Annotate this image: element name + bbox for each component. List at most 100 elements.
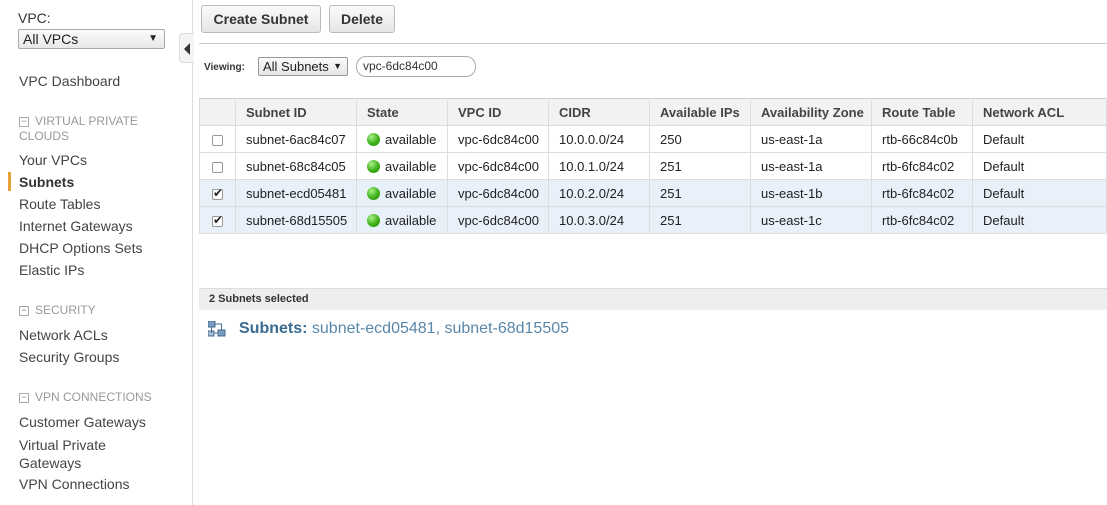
vpc-filter-value: All VPCs [23, 31, 79, 47]
state-text: available [385, 212, 437, 228]
viewing-label: Viewing: [204, 62, 245, 73]
cell-state: available [356, 125, 448, 153]
cell-network-acl: Default [972, 152, 1107, 180]
section-header-security[interactable]: − SECURITY [19, 303, 96, 318]
subnets-label: Subnets: [239, 320, 308, 337]
cell-cidr: 10.0.0.0/24 [548, 125, 650, 153]
column-header-route-table[interactable]: Route Table [871, 98, 973, 126]
create-subnet-button[interactable]: Create Subnet [201, 5, 321, 33]
section-header-virtual-private-clouds[interactable]: − VIRTUAL PRIVATE CLOUDS [19, 114, 138, 144]
collapse-minus-icon: − [19, 117, 29, 127]
cell-availability-zone: us-east-1c [750, 206, 872, 234]
row-checkbox[interactable] [212, 213, 223, 227]
available-status-icon [367, 159, 380, 173]
vpc-filter-select[interactable]: All VPCs ▼ [18, 29, 165, 49]
dropdown-arrow-icon: ▼ [148, 33, 158, 44]
cell-network-acl: Default [972, 206, 1107, 234]
cell-subnet-id: subnet-68d15505 [235, 206, 357, 234]
state-text: available [385, 131, 437, 147]
collapse-minus-icon: − [19, 306, 29, 316]
cell-route-table: rtb-6fc84c02 [871, 152, 973, 180]
nav-label-line1: Virtual Private [19, 437, 106, 453]
cell-vpc-id: vpc-6dc84c00 [447, 206, 549, 234]
nav-elastic-ips[interactable]: Elastic IPs [19, 262, 84, 278]
cell-available-ips: 251 [649, 179, 751, 207]
row-checkbox[interactable] [212, 161, 223, 173]
state-text: available [385, 185, 437, 201]
nav-your-vpcs[interactable]: Your VPCs [19, 152, 87, 168]
nav-internet-gateways[interactable]: Internet Gateways [19, 218, 133, 234]
row-select-cell [199, 152, 236, 180]
section-title-line2: CLOUDS [19, 129, 70, 143]
table-row[interactable]: subnet-68c84c05 available vpc-6dc84c00 10.0… [199, 152, 1107, 180]
nav-virtual-private-gateways[interactable]: Virtual Private Gateways [19, 436, 106, 472]
nav-subnets[interactable]: Subnets [19, 174, 74, 190]
row-checkbox[interactable] [212, 134, 223, 146]
column-header-available-ips[interactable]: Available IPs [649, 98, 751, 126]
cell-route-table: rtb-6fc84c02 [871, 179, 973, 207]
collapse-minus-icon: − [19, 393, 29, 403]
cell-availability-zone: us-east-1b [750, 179, 872, 207]
column-header-vpc-id[interactable]: VPC ID [447, 98, 549, 126]
main-panel: Create Subnet Delete Viewing: All Subnet… [193, 0, 1107, 505]
table-row[interactable]: subnet-68d15505 available vpc-6dc84c0010.0… [199, 206, 1107, 234]
table-row[interactable]: subnet-6ac84c07 available vpc-6dc84c00 10.0… [199, 125, 1107, 153]
subnets-value: subnet-ecd05481, subnet-68d15505 [311, 320, 570, 337]
sidebar-collapse-toggle[interactable] [179, 33, 194, 63]
selection-summary: 2 Subnets selected [199, 288, 1107, 310]
cell-available-ips: 250 [649, 125, 751, 153]
cell-network-acl: Default [972, 179, 1107, 207]
viewing-select-value: All Subnets [263, 59, 329, 74]
cell-state: available [356, 206, 448, 234]
column-header-state[interactable]: State [356, 98, 448, 126]
subnets-table: Subnet ID State VPC ID CIDR Available IP… [199, 98, 1107, 234]
column-header-availability-zone[interactable]: Availability Zone [750, 98, 872, 126]
cell-state: available [356, 152, 448, 180]
search-input[interactable]: vpc-6dc84c00 [356, 56, 476, 77]
selected-subnets-summary: Subnets: subnet-ecd05481, subnet-68d1550… [239, 320, 569, 338]
subnet-network-icon [208, 321, 226, 337]
available-status-icon [367, 213, 380, 227]
cell-vpc-id: vpc-6dc84c00 [447, 179, 549, 207]
row-select-cell [199, 125, 236, 153]
available-status-icon [367, 132, 380, 146]
delete-button[interactable]: Delete [329, 5, 395, 33]
cell-state: available [356, 179, 448, 207]
cell-cidr: 10.0.2.0/24 [548, 179, 650, 207]
column-header-subnet-id[interactable]: Subnet ID [235, 98, 357, 126]
cell-network-acl: Default [972, 125, 1107, 153]
column-header-network-acl[interactable]: Network ACL [972, 98, 1107, 126]
vpc-filter-label: VPC: [18, 10, 51, 26]
nav-network-acls[interactable]: Network ACLs [19, 327, 108, 343]
cell-route-table: rtb-66c84c0b [871, 125, 973, 153]
nav-vpn-connections[interactable]: VPN Connections [19, 476, 130, 492]
section-header-vpn-connections[interactable]: − VPN CONNECTIONS [19, 390, 152, 405]
nav-security-groups[interactable]: Security Groups [19, 349, 119, 365]
row-checkbox[interactable] [212, 186, 223, 200]
column-header-cidr[interactable]: CIDR [548, 98, 650, 126]
vpc-console: VPC: All VPCs ▼ VPC Dashboard − VIRTUAL P… [0, 0, 1107, 505]
nav-label-line2: Gateways [19, 455, 82, 471]
table-header-row: Subnet ID State VPC ID CIDR Available IP… [199, 98, 1107, 126]
cell-available-ips: 251 [649, 206, 751, 234]
state-text: available [385, 158, 437, 174]
cell-cidr: 10.0.3.0/24 [548, 206, 650, 234]
cell-availability-zone: us-east-1a [750, 152, 872, 180]
section-title: SECURITY [35, 303, 96, 317]
nav-vpc-dashboard[interactable]: VPC Dashboard [19, 73, 120, 89]
nav-dhcp-options-sets[interactable]: DHCP Options Sets [19, 240, 142, 256]
collapse-left-icon [184, 43, 190, 55]
cell-available-ips: 251 [649, 152, 751, 180]
cell-availability-zone: us-east-1a [750, 125, 872, 153]
dropdown-arrow-icon: ▼ [333, 61, 342, 71]
nav-customer-gateways[interactable]: Customer Gateways [19, 414, 146, 430]
nav-route-tables[interactable]: Route Tables [19, 196, 100, 212]
cell-subnet-id: subnet-6ac84c07 [235, 125, 357, 153]
sidebar: VPC: All VPCs ▼ VPC Dashboard − VIRTUAL P… [0, 0, 193, 505]
viewing-select[interactable]: All Subnets ▼ [258, 57, 348, 76]
toolbar-divider [199, 43, 1107, 44]
available-status-icon [367, 186, 380, 200]
table-row[interactable]: subnet-ecd05481 available vpc-6dc84c0010.0… [199, 179, 1107, 207]
cell-vpc-id: vpc-6dc84c00 [447, 152, 549, 180]
active-indicator [8, 172, 11, 191]
